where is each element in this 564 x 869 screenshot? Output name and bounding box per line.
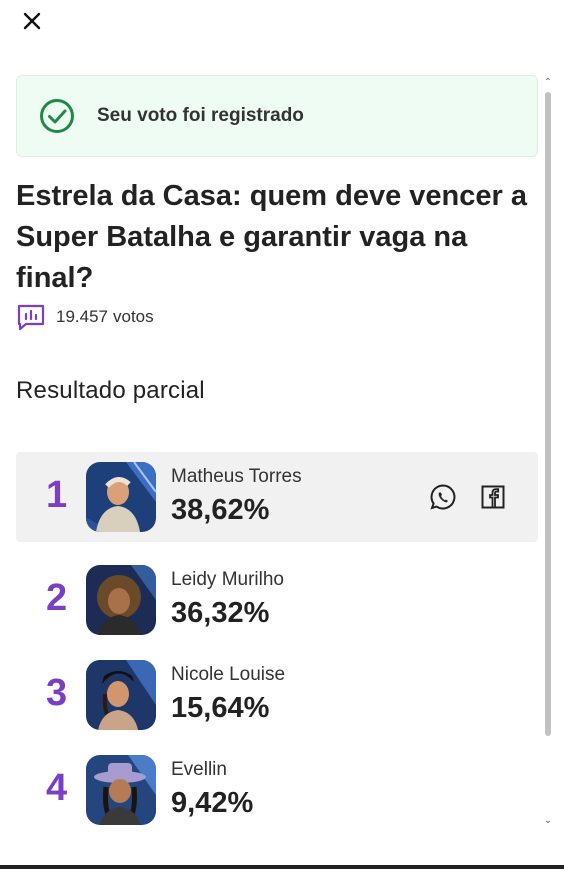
candidate-name: Leidy Murilho xyxy=(171,569,284,590)
results-title: Resultado parcial xyxy=(16,377,205,404)
scroll-down-icon[interactable]: ⌄ xyxy=(542,816,554,826)
candidate-name: Evellin xyxy=(171,759,227,780)
candidate-avatar xyxy=(86,755,156,825)
candidate-rank: 2 xyxy=(46,577,68,619)
whatsapp-icon[interactable] xyxy=(429,483,457,511)
candidate-percent: 15,64% xyxy=(171,692,270,724)
candidate-row[interactable]: 3 Nicole Louise 15,64% xyxy=(16,650,538,740)
candidate-name: Nicole Louise xyxy=(171,664,286,685)
votes-label: votos xyxy=(113,307,154,326)
candidate-name: Matheus Torres xyxy=(171,466,302,487)
close-icon xyxy=(23,12,41,30)
candidate-row[interactable]: 4 Evellin 9,42% xyxy=(16,745,538,835)
candidate-percent: 36,32% xyxy=(171,597,270,629)
close-button[interactable] xyxy=(18,8,46,34)
scrollbar-thumb[interactable] xyxy=(545,92,551,736)
candidate-rank: 4 xyxy=(46,767,68,809)
scroll-up-icon[interactable]: ⌃ xyxy=(542,78,554,88)
poll-question: Estrela da Casa: quem deve vencer a Supe… xyxy=(16,180,527,294)
candidate-avatar xyxy=(86,565,156,635)
check-circle-icon xyxy=(40,99,74,133)
candidate-rank: 1 xyxy=(46,474,68,516)
candidate-rank: 3 xyxy=(46,672,68,714)
votes-count: 19.457 xyxy=(56,307,108,326)
poll-chart-icon xyxy=(17,304,45,331)
vote-confirmation-text: Seu voto foi registrado xyxy=(97,105,304,126)
candidate-avatar xyxy=(86,660,156,730)
facebook-icon[interactable] xyxy=(479,483,507,511)
candidate-row[interactable]: 1 Matheus Torres 38,62% xyxy=(16,452,538,542)
bottom-divider xyxy=(0,865,564,869)
candidate-percent: 9,42% xyxy=(171,787,254,819)
candidate-row[interactable]: 2 Leidy Murilho 36,32% xyxy=(16,555,538,645)
vote-confirmation-banner: Seu voto foi registrado xyxy=(16,75,538,157)
candidate-percent: 38,62% xyxy=(171,494,270,526)
candidate-avatar xyxy=(86,462,156,532)
votes-summary: 19.457 votos xyxy=(16,303,154,331)
scrollbar[interactable]: ⌃ ⌄ xyxy=(542,78,554,826)
